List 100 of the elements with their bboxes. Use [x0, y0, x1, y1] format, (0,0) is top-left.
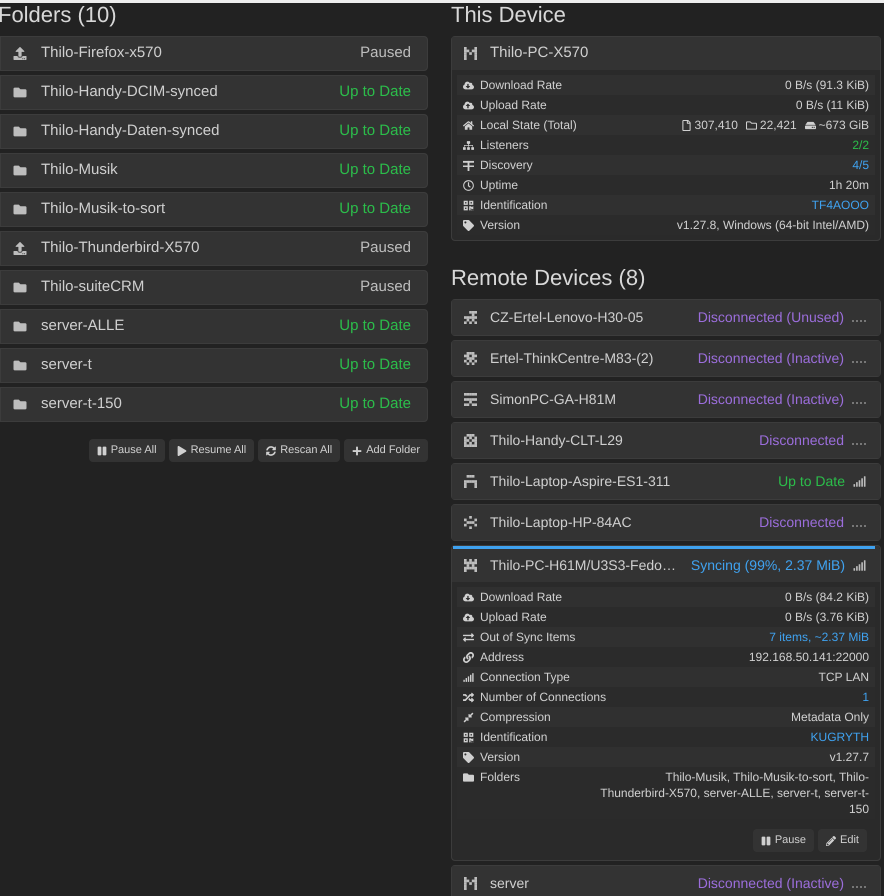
detail-label: Uptime: [480, 177, 518, 193]
detail-label: Download Rate: [480, 589, 562, 605]
detail-label: Download Rate: [480, 77, 562, 93]
folder-icon: [13, 320, 27, 333]
network-icon: [463, 140, 474, 150]
identicon-icon: [464, 47, 477, 60]
identicon-icon: [464, 877, 477, 890]
folder-icon: [13, 359, 27, 372]
folder-name: Thilo-Musik-to-sort: [41, 199, 166, 220]
device-row[interactable]: server Disconnected (Inactive): [452, 866, 880, 896]
play-icon: [176, 446, 187, 456]
detail-value: KUGRYTH: [810, 729, 869, 745]
identicon-icon: [464, 311, 477, 324]
device-row[interactable]: Thilo-PC-H61M/U3S3-Fedo… Syncing (99%, 2.37 MiB): [452, 549, 880, 582]
detail-value: v1.27.7: [830, 749, 869, 765]
discovery-icon: [463, 160, 474, 170]
detail-label: Compression: [480, 709, 551, 725]
detail-label: Out of Sync Items: [480, 629, 576, 645]
identicon-icon: [464, 559, 477, 572]
detail-value: Thilo-Musik, Thilo-Musik-to-sort, Thilo-Thunderbird-X570, server-ALLE, server-t, server-t-150: [599, 769, 869, 817]
folder-icon: [463, 772, 474, 782]
action-button[interactable]: Pause All: [88, 439, 165, 462]
folder-row[interactable]: Thilo-suiteCRM Paused: [0, 270, 428, 305]
detail-value: TCP LAN: [818, 669, 869, 685]
device-name: Thilo-Handy-CLT-L29: [490, 431, 623, 450]
folder-row[interactable]: server-t-150 Up to Date: [0, 387, 428, 422]
detail-value: 1h 20m: [828, 177, 869, 193]
device-name: Thilo-Laptop-Aspire-ES1-311: [490, 472, 670, 491]
upload-icon: [13, 47, 27, 60]
folder-row[interactable]: Thilo-Musik-to-sort Up to Date: [0, 192, 428, 227]
folder-status: Up to Date: [339, 82, 411, 102]
folder-row[interactable]: Thilo-Firefox-x570 Paused: [0, 36, 428, 71]
detail-value: Metadata Only: [790, 709, 869, 725]
count-value: ~673 GiB: [818, 117, 869, 133]
device-row[interactable]: CZ-Ertel-Lenovo-H30-05 Disconnected (Unused): [452, 300, 880, 335]
folder-status: Up to Date: [339, 394, 411, 414]
section-heading: This Device: [451, 4, 567, 26]
refresh-icon: [266, 446, 276, 456]
device-name: CZ-Ertel-Lenovo-H30-05: [490, 308, 644, 327]
device-name: Thilo-PC-H61M/U3S3-Fedo…: [490, 556, 676, 575]
folder-row[interactable]: server-ALLE Up to Date: [0, 309, 428, 344]
action-button[interactable]: Add Folder: [344, 439, 428, 462]
detail-value: 0 B/s (3.76 KiB): [784, 609, 869, 625]
action-button[interactable]: Pause: [752, 829, 814, 852]
detail-label: Version: [480, 217, 520, 233]
folder-row[interactable]: Thilo-Handy-DCIM-synced Up to Date: [0, 75, 428, 110]
action-button[interactable]: Resume All: [168, 439, 254, 462]
detail-label: Number of Connections: [480, 689, 606, 705]
device-status: Disconnected (Unused): [696, 308, 844, 327]
folder-icon: [746, 120, 757, 130]
device-status: Disconnected (Inactive): [696, 349, 844, 368]
device-row[interactable]: SimonPC-GA-H81M Disconnected (Inactive): [452, 382, 880, 417]
action-button[interactable]: Rescan All: [258, 439, 340, 462]
device-status: Syncing (99%, 2.37 MiB): [690, 556, 845, 575]
device-row[interactable]: Thilo-Handy-CLT-L29 Disconnected: [452, 423, 880, 458]
detail-value: 0 B/s (91.3 KiB): [784, 77, 869, 93]
pause-icon: [760, 836, 771, 846]
folder-row[interactable]: Thilo-Thunderbird-X570 Paused: [0, 231, 428, 266]
identicon-icon: [464, 475, 477, 488]
folder-name: Thilo-Handy-Daten-synced: [41, 121, 220, 142]
folder-status: Up to Date: [339, 121, 411, 142]
device-name: Ertel-ThinkCentre-M83-(2): [490, 349, 654, 368]
detail-value: 2/2: [852, 137, 869, 153]
folder-icon: [13, 125, 27, 138]
folder-name: Thilo-suiteCRM: [41, 277, 144, 298]
detail-value: TF4AOOO: [812, 197, 869, 213]
upload-icon: [463, 100, 474, 110]
drive-icon: [804, 120, 816, 130]
device-row[interactable]: Thilo-Laptop-Aspire-ES1-311 Up to Date: [452, 464, 880, 499]
folder-icon: [13, 281, 27, 294]
device-status: Disconnected (Inactive): [696, 390, 844, 409]
count-value: 307,410: [694, 117, 738, 133]
folder-icon: [13, 164, 27, 177]
signal-icon: [463, 672, 474, 682]
folder-status: Paused: [360, 238, 411, 258]
device-row[interactable]: Thilo-Laptop-HP-84AC Disconnected: [452, 505, 880, 540]
pencil-icon: [826, 836, 836, 846]
device-name: Thilo-Laptop-HP-84AC: [490, 513, 632, 532]
folder-name: Thilo-Firefox-x570: [41, 43, 162, 64]
folder-name: server-t-150: [41, 394, 122, 414]
folder-name: Thilo-Handy-DCIM-synced: [41, 82, 218, 102]
folder-icon: [13, 203, 27, 216]
detail-label: Upload Rate: [480, 609, 547, 625]
device-row[interactable]: Ertel-ThinkCentre-M83-(2) Disconnected (Inactive): [452, 341, 880, 376]
folder-status: Up to Date: [339, 316, 411, 336]
folder-row[interactable]: Thilo-Musik Up to Date: [0, 153, 428, 188]
section-heading: Remote Devices (8): [451, 267, 646, 289]
action-button[interactable]: Edit: [818, 829, 867, 852]
detail-value: 0 B/s (11 KiB): [796, 97, 869, 113]
detail-label: Listeners: [480, 137, 529, 153]
detail-label: Folders: [480, 769, 520, 785]
detail-label: Discovery: [480, 157, 533, 173]
detail-value: 7 items, ~2.37 MiB: [769, 629, 869, 645]
folder-name: Thilo-Musik: [41, 160, 118, 180]
detail-label: Connection Type: [480, 669, 570, 685]
download-icon: [463, 80, 474, 90]
folder-row[interactable]: server-t Up to Date: [0, 348, 428, 383]
tag-icon: [463, 220, 474, 230]
clock-icon: [463, 180, 474, 190]
folder-row[interactable]: Thilo-Handy-Daten-synced Up to Date: [0, 114, 428, 149]
